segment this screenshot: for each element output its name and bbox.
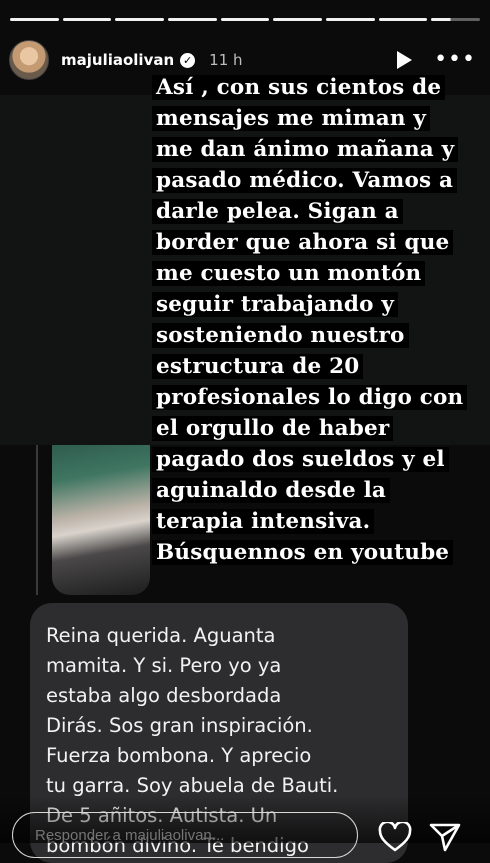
avatar[interactable] [9, 40, 49, 80]
progress-segment [273, 18, 323, 21]
caption-line: el orgullo de haber [152, 416, 394, 441]
progress-segment-current [431, 18, 481, 21]
verified-badge-icon: ✓ [180, 52, 196, 68]
progress-segment [115, 18, 165, 21]
progress-segment [10, 18, 59, 21]
caption-line: terapia intensiva. [152, 509, 375, 534]
timestamp: 11 h [209, 51, 243, 69]
caption-line: mensajes me miman y [152, 106, 431, 131]
photo-thumbnail [52, 445, 150, 595]
caption-line: aguinaldo desde la [152, 478, 391, 503]
more-icon[interactable]: ••• [434, 49, 476, 71]
caption-line: me dan ánimo mañana y [152, 137, 459, 162]
caption-line: Búsquennos en youtube [152, 540, 454, 565]
play-icon[interactable] [397, 51, 413, 69]
caption-line: estructura de 20 [152, 354, 364, 379]
caption-line: pasado médico. Vamos a [152, 168, 458, 193]
caption-line: Así , con sus cientos de [152, 75, 446, 100]
progress-segment [326, 18, 375, 21]
caption-line: profesionales lo digo con [152, 385, 468, 410]
story-progress-bar [10, 18, 481, 21]
send-icon[interactable] [428, 822, 462, 852]
progress-segment [168, 18, 217, 21]
caption-line: darle pelea. Sigan a [152, 199, 403, 224]
caption-line: border que ahora si que [152, 230, 454, 255]
caption-line: pagado dos sueldos y el [152, 447, 449, 472]
progress-segment [62, 18, 112, 21]
username[interactable]: majuliaolivan [61, 51, 174, 69]
progress-segment [220, 18, 270, 21]
caption-line: sosteniendo nuestro [152, 323, 409, 348]
reply-input[interactable] [12, 812, 358, 858]
caption-line: seguir trabajando y [152, 292, 399, 317]
thread-line [36, 445, 38, 595]
heart-icon[interactable] [378, 822, 412, 852]
caption-line: me cuesto un montón [152, 261, 426, 286]
progress-segment [378, 18, 428, 21]
story-caption: Así , con sus cientos de mensajes me mim… [152, 72, 482, 568]
